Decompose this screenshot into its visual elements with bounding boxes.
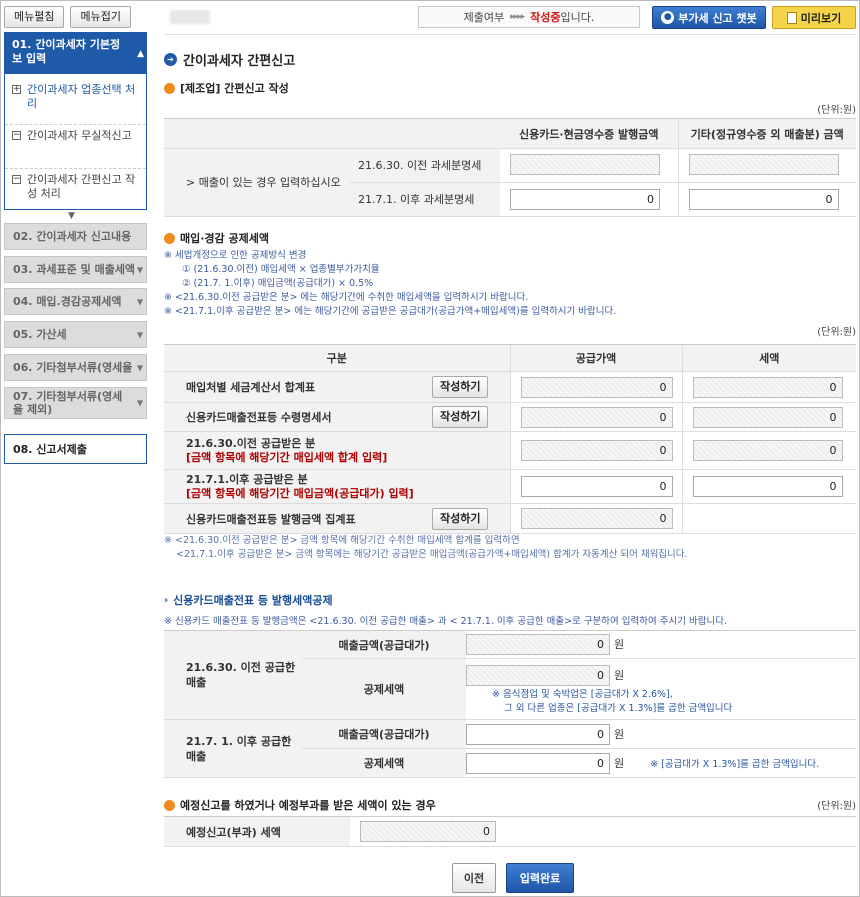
- minus-box-icon: −: [12, 130, 21, 140]
- step-01-submenu: + 간이과세자 업종선택 처리 − 간이과세자 무실적신고 − 간이과세자 간편…: [4, 74, 147, 210]
- menu-collapse-button[interactable]: 메뉴접기: [70, 6, 131, 28]
- bottom-buttons: 이전 입력완료: [452, 863, 574, 893]
- step-07[interactable]: 07. 기타첨부서류(영세율 제외) ▼: [4, 387, 147, 419]
- input-card-after[interactable]: 0: [510, 189, 660, 210]
- section3-title: › 신용카드매출전표 등 발행세액공제: [164, 594, 333, 607]
- submenu-no-performance[interactable]: − 간이과세자 무실적신고: [5, 124, 146, 143]
- chevron-right-icon: ›: [164, 594, 169, 606]
- step-08[interactable]: 08. 신고서제출: [4, 434, 147, 464]
- step-02[interactable]: 02. 간이과세자 신고내용: [4, 223, 147, 250]
- input-other-after[interactable]: 0: [688, 189, 839, 210]
- section2-footnotes: ※ <21.6.30.이전 공급받은 분> 금액 항목에 해당기간 수취한 매입…: [164, 535, 688, 560]
- input-other-before: [688, 153, 839, 175]
- unit-label: (단위:원): [817, 327, 856, 338]
- chevron-down-icon: ▼: [136, 398, 143, 408]
- chatbot-button[interactable]: ● 부가세 신고 챗봇: [652, 6, 766, 29]
- sales-table: 신용카드·현금영수증 발행금액 기타(정규영수증 외 매출분) 금액 > 매출이…: [164, 118, 856, 217]
- sidebar: 메뉴펼침 메뉴접기 01. 간이과세자 기본정보 입력 ▲ + 간이과세자 업종…: [0, 0, 152, 897]
- step-01-label: 01. 간이과세자 기본정보 입력: [12, 38, 121, 65]
- submission-status: 제출여부 ▸▸▸▸ 작성중입니다.: [418, 6, 640, 28]
- deduction-table: 구분 공급가액 세액 매입처별 세금계산서 합계표 작성하기 0 0 신용카드매…: [164, 344, 856, 534]
- section2-notes: ※ 세법개정으로 인한 공제방식 변경 ① (21.6.30.이전) 매입세액 …: [164, 250, 617, 317]
- document-icon: [786, 11, 797, 24]
- write-button-card-received[interactable]: 작성하기: [432, 406, 489, 428]
- input-card-sales-after[interactable]: 0: [466, 723, 610, 745]
- section2-title: 매입·경감 공제세액: [164, 230, 269, 246]
- preview-button[interactable]: 미리보기: [772, 6, 856, 29]
- step-03[interactable]: 03. 과세표준 및 매출세액 ▼: [4, 256, 147, 283]
- bullet-icon: [164, 799, 175, 811]
- chatbot-icon: ●: [661, 11, 675, 24]
- header-divider: [164, 34, 856, 35]
- menu-expand-button[interactable]: 메뉴펼침: [4, 6, 65, 28]
- submenu-industry-select[interactable]: + 간이과세자 업종선택 처리: [5, 83, 146, 111]
- down-arrow-icon: ▼: [68, 211, 75, 221]
- chevron-down-icon: ▼: [136, 265, 143, 274]
- input-card-deduct-after[interactable]: 0: [466, 752, 610, 774]
- bullet-icon: [164, 232, 175, 244]
- prev-button[interactable]: 이전: [452, 863, 496, 893]
- chevron-down-icon: ▼: [136, 297, 143, 306]
- write-button-card-issued[interactable]: 작성하기: [432, 507, 489, 530]
- section4-title: 예정신고를 하였거나 예정부과를 받은 세액이 있는 경우: [164, 797, 436, 813]
- blurred-user-name: [170, 10, 210, 24]
- step-06[interactable]: 06. 기타첨부서류(영세율 ▼: [4, 354, 147, 381]
- unit-label: (단위:원): [817, 801, 856, 812]
- step-04[interactable]: 04. 매입.경감공제세액 ▼: [4, 288, 147, 315]
- page-title: ➔ 간이과세자 간편신고: [164, 50, 295, 69]
- input-purchase-after-tax[interactable]: 0: [692, 476, 843, 497]
- section1-title: [제조업] 간편신고 작성: [164, 80, 289, 96]
- section3-note: ※ 신용카드 매출전표 등 발행금액은 <21.6.30. 이전 공급한 매출>…: [164, 616, 727, 627]
- chevron-up-icon[interactable]: ▲: [137, 47, 144, 61]
- submenu-simple-report[interactable]: − 간이과세자 간편신고 작성 처리: [5, 168, 146, 201]
- step-01-basic-info[interactable]: 01. 간이과세자 기본정보 입력 ▲: [4, 32, 147, 74]
- chevron-down-icon: ▼: [136, 363, 143, 372]
- write-button-tax-invoice[interactable]: 작성하기: [432, 376, 489, 398]
- top-bar: 제출여부 ▸▸▸▸ 작성중입니다. ● 부가세 신고 챗봇 미리보기: [164, 6, 856, 30]
- step-05[interactable]: 05. 가산세 ▼: [4, 321, 147, 348]
- prelim-table: 예정신고(부과) 세액 0: [164, 816, 856, 847]
- card-issue-table: 21.6.30. 이전 공급한 매출 매출금액(공급대가) 0원 공제세액 0원…: [164, 630, 856, 778]
- input-card-before: [510, 153, 660, 175]
- complete-button[interactable]: 입력완료: [506, 863, 574, 893]
- minus-box-icon: −: [12, 174, 21, 184]
- input-purchase-after-amount[interactable]: 0: [520, 476, 673, 497]
- plus-box-icon: +: [12, 84, 21, 94]
- bullet-icon: [164, 82, 175, 94]
- arrow-right-icon: ➔: [164, 53, 177, 66]
- unit-label: (단위:원): [817, 105, 856, 116]
- chevron-down-icon: ▼: [136, 330, 143, 339]
